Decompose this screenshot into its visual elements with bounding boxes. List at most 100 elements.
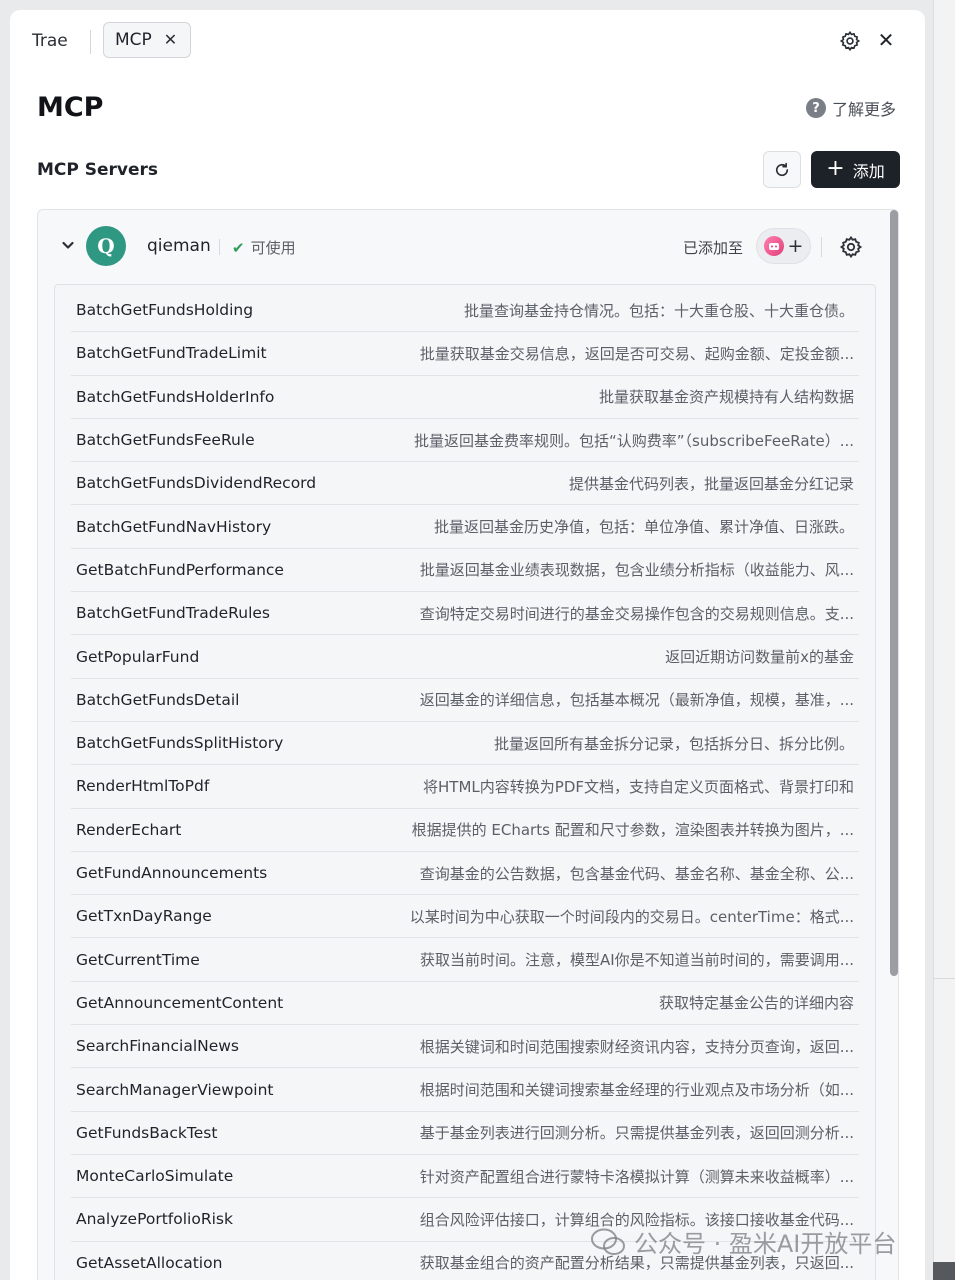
tool-description: 基于基金列表进行回测分析。只需提供基金列表，返回回测分析... [419, 1124, 854, 1143]
tool-row[interactable]: GetTxnDayRange 以某时间为中心获取一个时间段内的交易日。center… [71, 895, 859, 939]
tool-description: 以某时间为中心获取一个时间段内的交易日。centerTime：格式... [409, 907, 854, 926]
tool-name: SearchManagerViewpoint [76, 1080, 274, 1099]
tab-mcp-label: MCP [115, 30, 152, 50]
tool-row[interactable]: BatchGetFundsHolderInfo 批量获取基金资产规模持有人结构数据 [71, 376, 859, 419]
tool-description: 批量返回所有基金拆分记录，包括拆分日、拆分比例。 [493, 734, 854, 753]
tool-description: 返回基金的详细信息，包括基本概况（最新净值，规模，基准，... [419, 691, 854, 710]
tool-description: 查询基金的公告数据，包含基金代码、基金名称、基金全称、公... [419, 864, 854, 883]
tool-row[interactable]: GetBatchFundPerformance 批量返回基金业绩表现数据，包含业绩… [71, 549, 859, 593]
tool-row[interactable]: BatchGetFundTradeRules 查询特定交易时间进行的基金交易操作包… [71, 592, 859, 636]
add-server-button[interactable]: + 添加 [811, 151, 900, 188]
help-circle-icon: ? [806, 98, 826, 118]
status-label: 可使用 [250, 239, 296, 257]
tool-row[interactable]: SearchManagerViewpoint 根据时间范围和关键词搜索基金经理的行… [71, 1068, 859, 1112]
tool-row[interactable]: GetCurrentTime 获取当前时间。注意，模型AI你是不知道当前时间的，需… [71, 939, 859, 982]
mcp-panel: Trae MCP ✕ ✕ MCP ? 了解更多 MCP Servers + 添加 [10, 10, 925, 1280]
tool-description: 组合风险评估接口，计算组合的风险指标。该接口接收基金代码... [419, 1210, 854, 1229]
tool-row[interactable]: AnalyzePortfolioRisk 组合风险评估接口，计算组合的风险指标。该… [71, 1198, 859, 1242]
tool-name: BatchGetFundsFeeRule [76, 431, 255, 450]
tool-row[interactable]: BatchGetFundsSplitHistory 批量返回所有基金拆分记录，包括… [71, 722, 859, 766]
tool-name: GetPopularFund [76, 647, 200, 666]
tool-description: 批量返回基金费率规则。包括“认购费率”（subscribeFeeRate）... [414, 431, 854, 450]
tool-row[interactable]: GetPopularFund 返回近期访问数量前x的基金 [71, 635, 859, 679]
plus-icon: + [787, 234, 804, 257]
settings-gear-icon[interactable] [836, 29, 864, 53]
plus-icon: + [826, 155, 845, 181]
server-name: qieman [147, 236, 211, 256]
learn-more-label: 了解更多 [832, 100, 897, 119]
scrollbar-thumb[interactable] [890, 210, 898, 976]
tool-description: 批量查询基金持仓情况。包括：十大重仓股、十大重仓债。 [463, 301, 854, 320]
tool-row[interactable]: RenderHtmlToPdf 将HTML内容转换为PDF文档，支持自定义页面格式… [71, 765, 859, 809]
tool-name: BatchGetFundsDividendRecord [76, 474, 317, 493]
tool-row[interactable]: BatchGetFundsDetail 返回基金的详细信息，包括基本概况（最新净值… [71, 679, 859, 722]
tool-name: GetTxnDayRange [76, 907, 212, 926]
tool-description: 将HTML内容转换为PDF文档，支持自定义页面格式、背景打印和 [423, 777, 854, 796]
close-panel-icon[interactable]: ✕ [874, 28, 898, 52]
tool-row[interactable]: SearchFinancialNews 根据关键词和时间范围搜索财经资讯内容，支持… [71, 1025, 859, 1069]
tool-description: 针对资产配置组合进行蒙特卡洛模拟计算（测算未来收益概率）... [419, 1167, 854, 1186]
tool-description: 根据关键词和时间范围搜索财经资讯内容，支持分页查询，返回... [419, 1037, 854, 1056]
tool-description: 查询特定交易时间进行的基金交易操作包含的交易规则信息。支... [419, 604, 854, 623]
add-server-label: 添加 [852, 161, 885, 181]
tool-row[interactable]: BatchGetFundsFeeRule 批量返回基金费率规则。包括“认购费率”（… [71, 419, 859, 463]
tool-name: BatchGetFundsDetail [76, 690, 240, 709]
tool-row[interactable]: BatchGetFundNavHistory 批量返回基金历史净值，包括：单位净值… [71, 506, 859, 549]
top-bar: Trae MCP ✕ ✕ [10, 10, 925, 72]
tool-row[interactable]: BatchGetFundsHolding 批量查询基金持仓情况。包括：十大重仓股、… [71, 289, 859, 333]
tool-name: GetFundAnnouncements [76, 864, 268, 883]
refresh-button[interactable] [763, 151, 801, 188]
server-settings-gear-icon[interactable] [839, 235, 863, 259]
tool-name: GetCurrentTime [76, 950, 200, 969]
chevron-down-icon[interactable] [60, 237, 76, 253]
tab-divider [90, 30, 91, 54]
tool-description: 获取当前时间。注意，模型AI你是不知道当前时间的，需要调用... [420, 951, 854, 970]
tab-mcp[interactable]: MCP ✕ [103, 22, 192, 58]
tool-row[interactable]: BatchGetFundTradeLimit 批量获取基金交易信息，返回是否可交易… [71, 332, 859, 376]
check-icon: ✔ [232, 238, 245, 257]
tool-name: MonteCarloSimulate [76, 1167, 234, 1186]
header-divider [821, 237, 822, 257]
tool-row[interactable]: MonteCarloSimulate 针对资产配置组合进行蒙特卡洛模拟计算（测算未… [71, 1155, 859, 1199]
section-title: MCP Servers [37, 160, 159, 180]
tool-description: 返回近期访问数量前x的基金 [665, 648, 854, 667]
server-avatar: Q [86, 226, 126, 266]
tool-name: GetBatchFundPerformance [76, 560, 284, 579]
tool-row[interactable]: GetAssetAllocation 获取基金组合的资产配置分析结果，只需提供基金… [71, 1242, 859, 1280]
tool-description: 批量返回基金历史净值，包括：单位净值、累计净值、日涨跌。 [433, 518, 854, 537]
tool-name: GetAnnouncementContent [76, 993, 284, 1012]
tool-description: 获取基金组合的资产配置分析结果，只需提供基金列表，只返回... [419, 1254, 854, 1273]
tools-list: BatchGetFundsHolding 批量查询基金持仓情况。包括：十大重仓股、… [54, 284, 876, 1280]
tool-name: SearchFinancialNews [76, 1037, 240, 1056]
tool-name: RenderEchart [76, 820, 182, 839]
tool-description: 批量获取基金交易信息，返回是否可交易、起购金额、定投金额... [419, 344, 854, 363]
tool-name: GetFundsBackTest [76, 1123, 218, 1142]
tab-close-icon[interactable]: ✕ [164, 32, 177, 48]
tool-name: GetAssetAllocation [76, 1253, 223, 1272]
tool-row[interactable]: GetFundAnnouncements 查询基金的公告数据，包含基金代码、基金名… [71, 852, 859, 896]
agent-avatar-icon [763, 236, 784, 256]
tool-name: RenderHtmlToPdf [76, 777, 210, 796]
tool-row[interactable]: RenderEchart 根据提供的 ECharts 配置和尺寸参数，渲染图表并转… [71, 809, 859, 852]
tool-name: BatchGetFundNavHistory [76, 517, 272, 536]
tool-row[interactable]: GetFundsBackTest 基于基金列表进行回测分析。只需提供基金列表，返回… [71, 1112, 859, 1155]
background-window-edge [933, 0, 955, 1280]
background-dark-strip [933, 1262, 955, 1280]
added-to-label: 已添加至 [683, 239, 744, 257]
server-status: ✔ 可使用 [232, 237, 296, 258]
tool-row[interactable]: GetAnnouncementContent 获取特定基金公告的详细内容 [71, 982, 859, 1026]
server-header[interactable]: Q qieman ✔ 可使用 已添加至 + [38, 210, 898, 284]
tool-description: 获取特定基金公告的详细内容 [658, 994, 854, 1013]
tab-trae[interactable]: Trae [32, 31, 68, 51]
tool-name: BatchGetFundTradeLimit [76, 344, 267, 363]
refresh-icon [775, 162, 789, 176]
tool-row[interactable]: BatchGetFundsDividendRecord 提供基金代码列表，批量返回… [71, 462, 859, 506]
learn-more-link[interactable]: ? 了解更多 [806, 96, 896, 120]
tool-name: BatchGetFundsSplitHistory [76, 734, 284, 753]
name-divider [219, 239, 220, 255]
add-to-agent-button[interactable]: + [756, 228, 811, 264]
server-card: Q qieman ✔ 可使用 已添加至 + BatchGetFundsHoldi… [37, 209, 899, 1280]
tool-description: 提供基金代码列表，批量返回基金分红记录 [568, 474, 854, 493]
tool-name: BatchGetFundsHolderInfo [76, 387, 275, 406]
tool-name: BatchGetFundsHolding [76, 301, 254, 320]
